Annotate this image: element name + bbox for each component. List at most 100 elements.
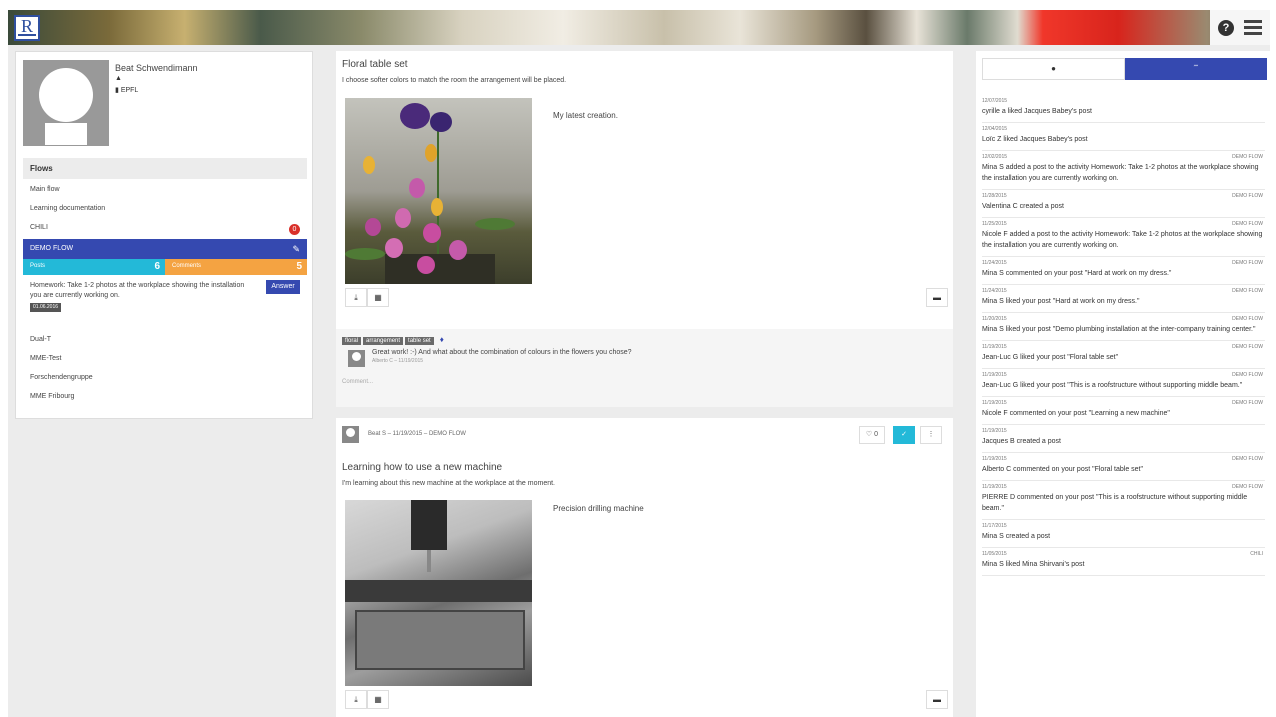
activity-text: Nicole F commented on your post "Learnin… (982, 410, 1170, 417)
activity-flow: CHILI (1250, 551, 1263, 557)
comment-text: Great work! :-) And what about the combi… (372, 349, 632, 356)
post-title: Floral table set (342, 59, 408, 70)
posts-counter[interactable]: Posts 6 (23, 259, 165, 275)
answer-button[interactable]: Answer (266, 280, 300, 294)
activity-item[interactable]: 11/24/2015 DEMO FLOW Mina S liked your pos… (982, 285, 1265, 313)
flow-item-learning-documentation[interactable]: Learning documentation (23, 201, 307, 219)
activity-text: PIERRE D commented on your post "This is… (982, 494, 1248, 512)
activity-date: 11/19/2015 (982, 344, 1007, 350)
flow-item-chili[interactable]: CHILI 0 (23, 220, 307, 238)
post-description: I choose softer colors to match the room… (342, 77, 567, 84)
gallery-grid-icon[interactable]: ▦ (367, 690, 389, 709)
activity-flow: DEMO FLOW (1232, 221, 1263, 227)
activity-item[interactable]: 12/02/2015 DEMO FLOW Mina S added a post t… (982, 151, 1265, 190)
author-avatar[interactable] (342, 426, 359, 443)
activity-item[interactable]: 11/24/2015 DEMO FLOW Mina S commented on y… (982, 257, 1265, 285)
flow-item-demo-flow[interactable]: DEMO FLOW ✎ (23, 239, 307, 259)
download-icon[interactable]: ⤓ (345, 288, 367, 307)
check-icon: ✓ (901, 431, 907, 438)
folder-icon[interactable]: ▬ (926, 288, 948, 307)
comment-meta: Alberto C – 11/19/2015 (372, 358, 424, 364)
help-icon[interactable]: ? (1218, 20, 1234, 36)
tag[interactable]: arrangement (363, 337, 404, 345)
building-icon: ▮ (115, 87, 119, 94)
activity-date: 12/04/2015 (982, 126, 1008, 132)
activity-flow: DEMO FLOW (1232, 400, 1263, 406)
activity-item[interactable]: 12/04/2015 Loïc Z liked Jacques Babey's p… (982, 123, 1265, 151)
post-image[interactable] (345, 98, 532, 284)
flow-item-mme-fribourg[interactable]: MME Fribourg (23, 389, 307, 407)
post-card: Beat S – 11/19/2015 – DEMO FLOW ♡ 0 ✓ ⋮ … (336, 418, 953, 717)
more-options-button[interactable]: ⋮ (920, 426, 942, 444)
tab-activity-feed[interactable]: ⁗ (1125, 58, 1267, 80)
activity-flow: DEMO FLOW (1232, 484, 1263, 490)
tag-list: floral arrangement table set ♦ (342, 335, 444, 345)
activity-item[interactable]: 11/19/2015 DEMO FLOW Jean-Luc G liked your… (982, 369, 1265, 397)
flow-item-dual-t[interactable]: Dual-T (23, 332, 307, 350)
activity-item[interactable]: 11/20/2015 DEMO FLOW Mina S liked your pos… (982, 313, 1265, 341)
tag-icon[interactable]: ♦ (440, 335, 444, 344)
tag[interactable]: floral (342, 337, 362, 345)
activity-date: 11/28/2015 (982, 193, 1007, 199)
activity-item[interactable]: 11/25/2015 DEMO FLOW Nicole F added a post… (982, 218, 1265, 257)
post-meta: Beat S – 11/19/2015 – DEMO FLOW (368, 431, 466, 437)
folder-icon[interactable]: ▬ (926, 690, 948, 709)
activity-item[interactable]: 11/19/2015 DEMO FLOW Jean-Luc G liked your… (982, 341, 1265, 369)
activity-text: Mina S liked Mina Shirvani's post (982, 561, 1085, 568)
check-button[interactable]: ✓ (893, 426, 915, 444)
activity-text: Mina S added a post to the activity Home… (982, 164, 1259, 182)
post-comments-section: floral arrangement table set ♦ Great work! … (336, 329, 953, 407)
app-window: R ? Beat Schwendimann ▲ ▮ EPFL Flows Mai… (8, 10, 1270, 717)
homework-date: 01.06.2016 (30, 303, 62, 312)
activity-text: Valentina C created a post (982, 203, 1064, 210)
flow-item-forschendengruppe[interactable]: Forschendengruppe (23, 370, 307, 388)
post-caption: My latest creation. (553, 111, 618, 120)
activity-item[interactable]: 11/19/2015 DEMO FLOW Nicole F commented on… (982, 397, 1265, 425)
vertical-dots-icon: ⋮ (927, 431, 935, 438)
activity-item[interactable]: 11/19/2015 DEMO FLOW Alberto C commented o… (982, 453, 1265, 481)
activity-date: 11/19/2015 (982, 456, 1007, 462)
activity-date: 12/07/2015 (982, 98, 1008, 104)
activity-text: Jacques B created a post (982, 438, 1061, 445)
post-card: Floral table set I choose softer colors … (336, 51, 953, 338)
like-count-button[interactable]: ♡ 0 (859, 426, 885, 444)
pencil-edit-icon[interactable]: ✎ (292, 244, 300, 255)
post-caption: Precision drilling machine (553, 504, 644, 513)
activity-item[interactable]: 11/28/2015 DEMO FLOW Valentina C created a… (982, 190, 1265, 218)
tab-people[interactable]: ● (982, 58, 1125, 80)
hamburger-menu-icon[interactable] (1244, 20, 1262, 38)
commenter-avatar[interactable] (348, 350, 365, 367)
activity-flow: DEMO FLOW (1232, 260, 1263, 266)
activity-date: 11/20/2015 (982, 316, 1007, 322)
activity-item[interactable]: 11/19/2015 Jacques B created a post (982, 425, 1265, 453)
notification-badge: 0 (289, 224, 300, 235)
activity-text: Loïc Z liked Jacques Babey's post (982, 136, 1088, 143)
logo-letter: R (20, 16, 33, 36)
activity-date: 11/19/2015 (982, 400, 1007, 406)
activity-item[interactable]: 12/07/2015 cyrille a liked Jacques Babey'… (982, 95, 1265, 123)
post-image[interactable] (345, 500, 532, 686)
activity-item[interactable]: 11/19/2015 DEMO FLOW PIERRE D commented on… (982, 481, 1265, 520)
header-banner: R ? (8, 10, 1270, 45)
gallery-grid-icon[interactable]: ▦ (367, 288, 389, 307)
flow-item-main[interactable]: Main flow (23, 182, 307, 200)
comments-counter[interactable]: Comments 5 (165, 259, 307, 275)
activity-date: 11/25/2015 (982, 221, 1007, 227)
activity-item[interactable]: 11/17/2015 Mina S created a post (982, 520, 1265, 548)
activity-flow: DEMO FLOW (1232, 193, 1263, 199)
app-logo[interactable]: R (14, 15, 40, 41)
tag[interactable]: table set (405, 337, 434, 345)
comment-input[interactable]: Comment... (342, 379, 373, 385)
profile-avatar[interactable] (23, 60, 109, 146)
flow-item-mme-test[interactable]: MME-Test (23, 351, 307, 369)
activity-item[interactable]: 11/05/2015 CHILI Mina S liked Mina Shirvan… (982, 548, 1265, 576)
activity-date: 11/19/2015 (982, 484, 1007, 490)
activity-date: 11/19/2015 (982, 428, 1007, 434)
activity-text: Jean-Luc G liked your post "Floral table… (982, 354, 1119, 361)
activity-text: Mina S created a post (982, 533, 1051, 540)
left-sidebar: Beat Schwendimann ▲ ▮ EPFL Flows Main fl… (15, 51, 313, 419)
activity-date: 11/24/2015 (982, 260, 1007, 266)
download-icon[interactable]: ⤓ (345, 690, 367, 709)
activity-text: Nicole F added a post to the activity Ho… (982, 231, 1263, 249)
activity-date: 11/19/2015 (982, 372, 1007, 378)
